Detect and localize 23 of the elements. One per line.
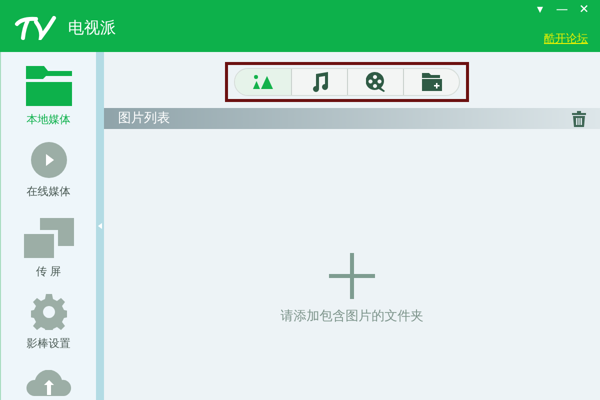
sidebar-item[interactable]: 传 屏 [24, 218, 74, 284]
empty-message: 请添加包含图片的文件夹 [280, 308, 424, 326]
sidebar-item[interactable]: 本地媒体 [26, 66, 72, 132]
close-button[interactable]: ✕ [576, 1, 592, 17]
add-folder-plus-icon[interactable] [329, 253, 375, 299]
window-title: 电视派 [68, 17, 116, 39]
cloud-icon [26, 370, 72, 396]
screens-icon [24, 218, 74, 258]
music-icon [310, 72, 328, 92]
collapse-arrow-icon [98, 223, 102, 229]
add-folder-icon [422, 73, 442, 91]
forum-link[interactable]: 酷开论坛 [544, 31, 588, 48]
menu-button[interactable]: ▾ [532, 1, 548, 17]
pictures-icon [253, 75, 273, 89]
sidebar-item[interactable]: 在线媒体 [26, 142, 70, 208]
sidebar-item[interactable]: 影棒设置 [26, 294, 70, 360]
trash-icon[interactable] [572, 110, 586, 126]
play-icon [30, 142, 66, 178]
list-title: 图片列表 [118, 110, 170, 128]
folder-icon [26, 66, 72, 106]
video-icon [366, 72, 386, 92]
minimize-button[interactable]: — [554, 1, 570, 17]
gear-icon [30, 294, 66, 330]
